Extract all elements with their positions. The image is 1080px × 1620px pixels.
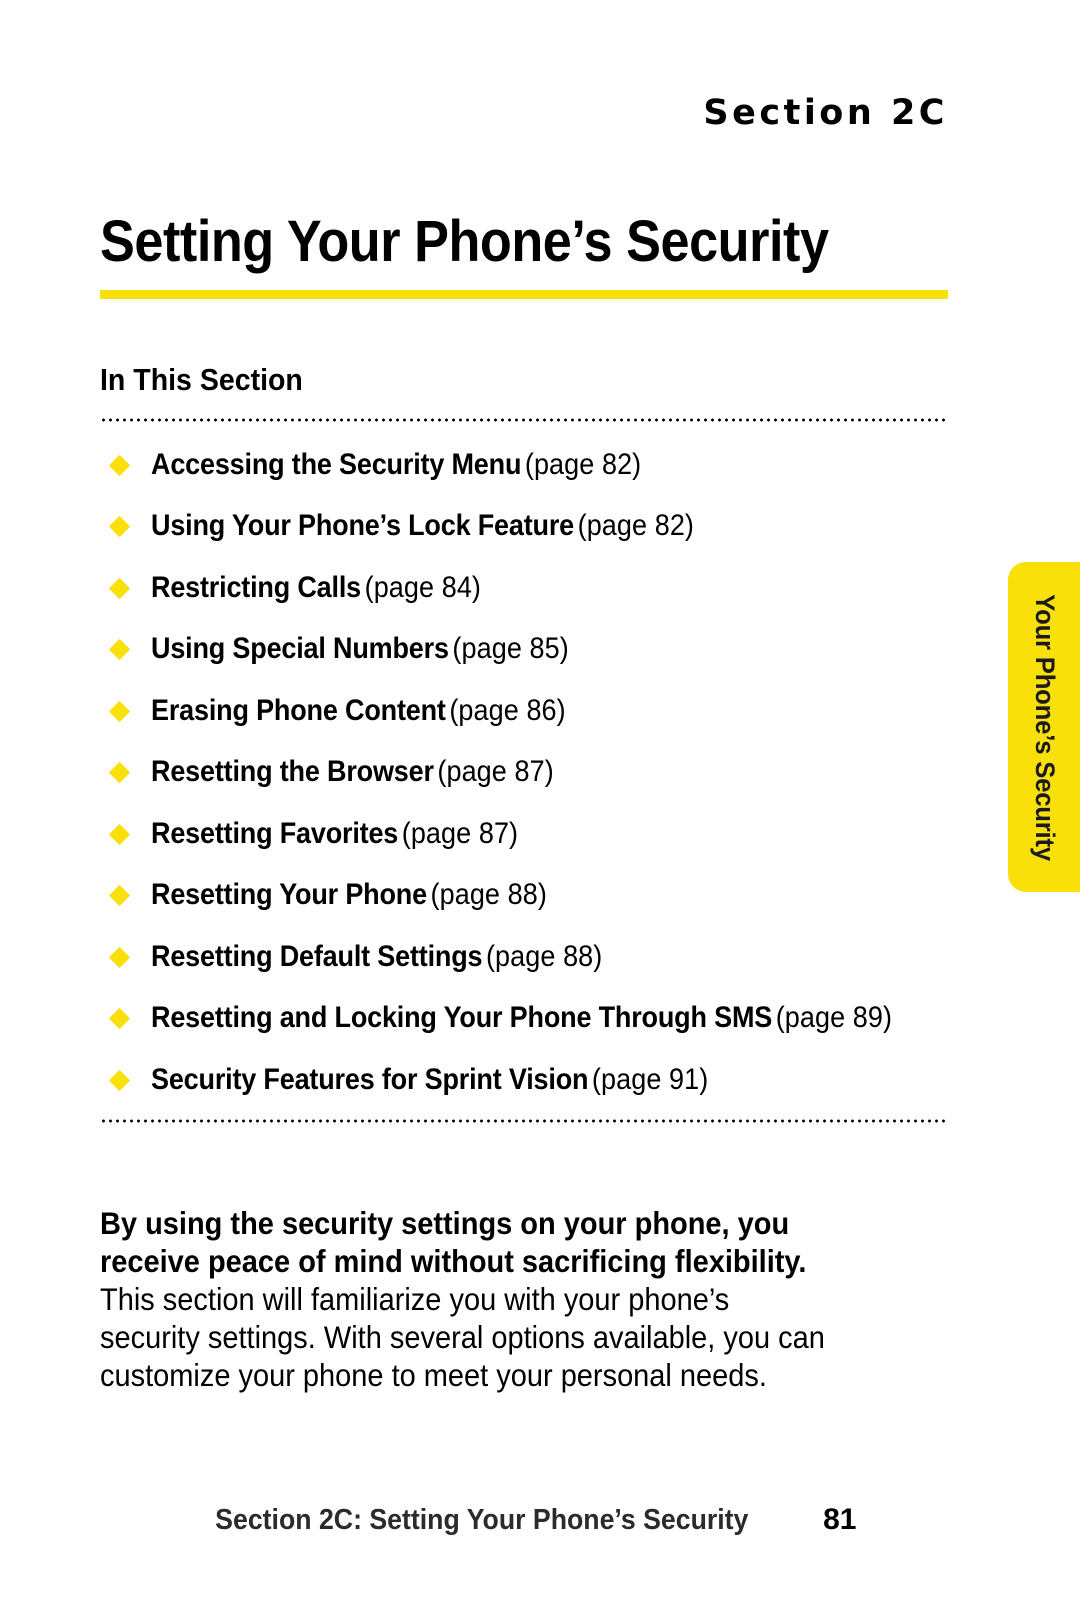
list-item-text: Resetting Default Settings (page 88) bbox=[151, 939, 603, 973]
diamond-bullet-icon bbox=[108, 823, 131, 845]
diamond-bullet-icon bbox=[108, 885, 131, 907]
list-item-page-ref: (page 85) bbox=[452, 632, 569, 666]
list-item[interactable]: Using Your Phone’s Lock Feature (page 82) bbox=[100, 496, 960, 558]
list-item-label: Using Your Phone’s Lock Feature bbox=[151, 509, 575, 543]
diamond-bullet-icon bbox=[108, 577, 131, 599]
list-item-page-ref: (page 87) bbox=[437, 755, 554, 789]
list-item-label: Resetting Default Settings bbox=[151, 939, 483, 973]
side-tab: Your Phone’s Security bbox=[1008, 562, 1080, 892]
list-item-text: Using Your Phone’s Lock Feature (page 82) bbox=[151, 511, 694, 541]
intro-rest-text: This section will familiarize you with y… bbox=[100, 1280, 825, 1393]
diamond-bullet-icon bbox=[108, 639, 131, 661]
intro-paragraph: By using the security settings on your p… bbox=[100, 1204, 836, 1394]
list-item[interactable]: Resetting Your Phone (page 88) bbox=[100, 865, 960, 927]
list-item-text: Restricting Calls (page 84) bbox=[151, 570, 482, 604]
list-item-label: Resetting Favorites bbox=[151, 816, 399, 850]
list-item-page-ref: (page 87) bbox=[401, 816, 519, 850]
list-item[interactable]: Accessing the Security Menu (page 82) bbox=[100, 434, 960, 496]
title-block: Setting Your Phone’s Security bbox=[100, 209, 948, 300]
list-item-page-ref: (page 82) bbox=[577, 509, 695, 543]
intro-lead-sentence: By using the security settings on your p… bbox=[100, 1204, 807, 1279]
list-item-page-ref: (page 88) bbox=[430, 878, 547, 912]
list-item[interactable]: Security Features for Sprint Vision (page… bbox=[100, 1049, 960, 1111]
list-item-label: Security Features for Sprint Vision bbox=[151, 1062, 589, 1096]
list-item[interactable]: Restricting Calls (page 84) bbox=[100, 557, 960, 619]
dotted-rule-bottom bbox=[100, 1119, 948, 1123]
in-this-section-list: Accessing the Security Menu (page 82) Usin… bbox=[100, 434, 960, 1111]
page-title: Setting Your Phone’s Security bbox=[100, 209, 829, 274]
list-item[interactable]: Resetting Default Settings (page 88) bbox=[100, 926, 960, 988]
footer-page-number: 81 bbox=[823, 1503, 857, 1536]
list-item-label: Using Special Numbers bbox=[151, 632, 449, 666]
list-item-label: Accessing the Security Menu bbox=[151, 447, 522, 481]
list-item-text: Erasing Phone Content (page 86) bbox=[151, 693, 566, 727]
list-item-page-ref: (page 86) bbox=[449, 693, 566, 727]
side-tab-label: Your Phone’s Security bbox=[1029, 593, 1060, 861]
list-item-label: Resetting Your Phone bbox=[151, 878, 427, 912]
diamond-bullet-icon bbox=[108, 762, 131, 784]
list-item-label: Resetting the Browser bbox=[151, 755, 434, 789]
list-item-page-ref: (page 88) bbox=[485, 939, 603, 973]
list-item-text: Accessing the Security Menu (page 82) bbox=[151, 447, 642, 481]
dotted-rule-top bbox=[100, 418, 948, 422]
section-eyebrow: Section 2C bbox=[703, 93, 948, 133]
list-item[interactable]: Using Special Numbers (page 85) bbox=[100, 619, 960, 681]
title-underline-bar bbox=[100, 290, 948, 300]
list-item-text: Using Special Numbers (page 85) bbox=[151, 634, 569, 664]
diamond-bullet-icon bbox=[108, 454, 131, 476]
diamond-bullet-icon bbox=[108, 516, 131, 538]
list-item-text: Resetting and Locking Your Phone Through… bbox=[151, 1003, 892, 1033]
manual-page: Section 2C Setting Your Phone’s Security… bbox=[0, 0, 1080, 1620]
list-item-text: Security Features for Sprint Vision (page… bbox=[151, 1062, 709, 1096]
list-item-label: Resetting and Locking Your Phone Through… bbox=[151, 1001, 773, 1035]
diamond-bullet-icon bbox=[108, 946, 131, 968]
diamond-bullet-icon bbox=[108, 1008, 131, 1030]
page-footer: Section 2C: Setting Your Phone’s Securit… bbox=[100, 1503, 948, 1537]
diamond-bullet-icon bbox=[108, 1069, 131, 1091]
list-item-text: Resetting Your Phone (page 88) bbox=[151, 880, 547, 910]
list-item-page-ref: (page 82) bbox=[524, 447, 642, 481]
list-item[interactable]: Resetting the Browser (page 87) bbox=[100, 742, 960, 804]
diamond-bullet-icon bbox=[108, 700, 131, 722]
list-item-label: Erasing Phone Content bbox=[151, 693, 446, 727]
in-this-section-heading: In This Section bbox=[100, 362, 303, 397]
list-item[interactable]: Resetting and Locking Your Phone Through… bbox=[100, 988, 960, 1050]
list-item-page-ref: (page 84) bbox=[364, 570, 482, 604]
footer-section-text: Section 2C: Setting Your Phone’s Securit… bbox=[214, 1504, 748, 1536]
list-item[interactable]: Erasing Phone Content (page 86) bbox=[100, 680, 960, 742]
list-item-text: Resetting Favorites (page 87) bbox=[151, 816, 519, 850]
list-item-page-ref: (page 91) bbox=[591, 1062, 709, 1096]
list-item[interactable]: Resetting Favorites (page 87) bbox=[100, 803, 960, 865]
list-item-page-ref: (page 89) bbox=[775, 1001, 893, 1035]
list-item-label: Restricting Calls bbox=[151, 570, 362, 604]
list-item-text: Resetting the Browser (page 87) bbox=[151, 757, 554, 787]
